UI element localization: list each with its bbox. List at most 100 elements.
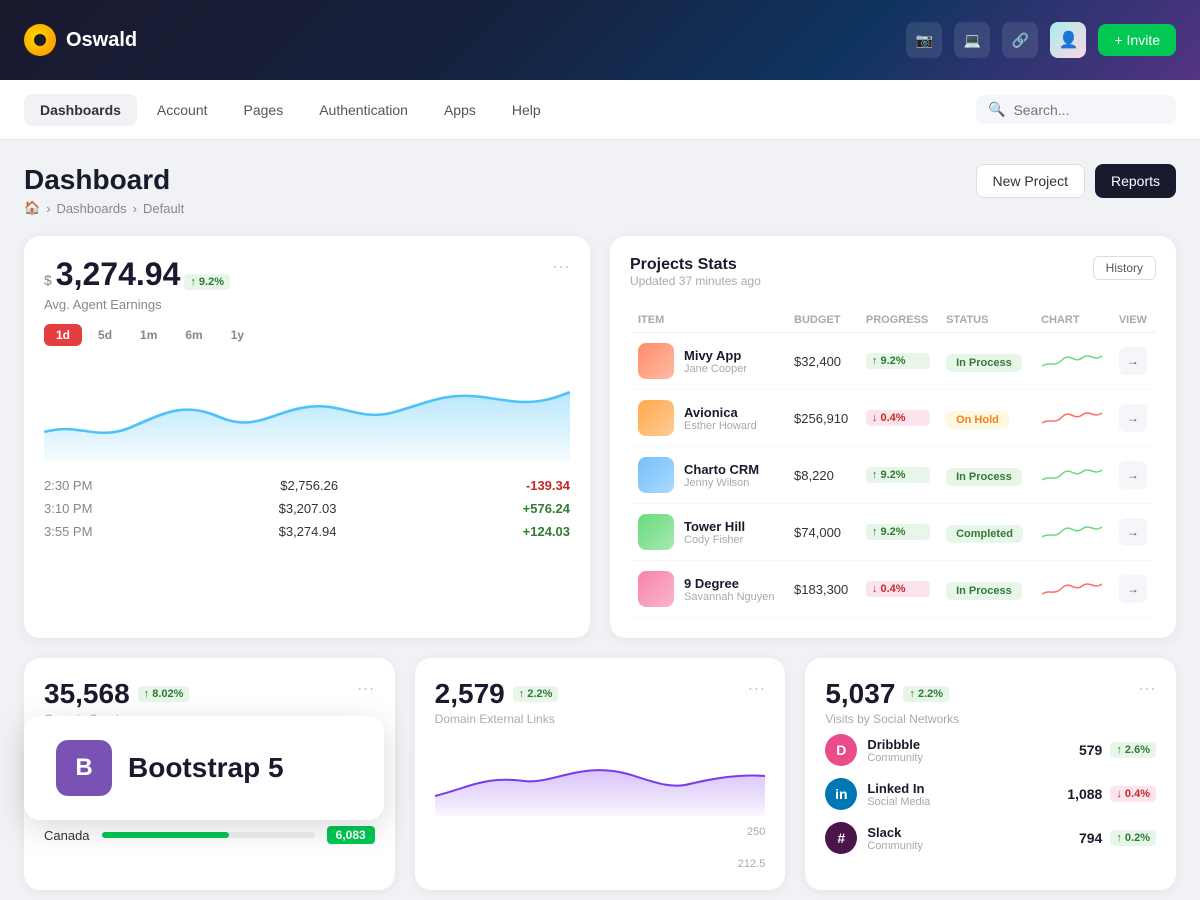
earnings-row-1: 3:10 PM $3,207.03 +576.24 (44, 501, 570, 516)
nav-item-help[interactable]: Help (496, 94, 557, 126)
earnings-card: $ 3,274.94 ↑ 9.2% ··· Avg. Agent Earning… (24, 236, 590, 638)
slack-type: Community (867, 840, 923, 852)
time-filter-6m[interactable]: 6m (173, 324, 214, 346)
project-arrow-1[interactable]: → (1119, 404, 1147, 432)
nav-item-apps[interactable]: Apps (428, 94, 492, 126)
search-input[interactable] (1013, 102, 1164, 118)
project-status-badge-3: Completed (946, 525, 1023, 543)
social-item-dribbble: D Dribbble Community 579 ↑ 2.6% (825, 734, 1156, 766)
linkedin-count: 1,088 (1067, 786, 1102, 802)
project-arrow-2[interactable]: → (1119, 461, 1147, 489)
project-person-1: Esther Howard (684, 420, 757, 432)
project-budget-2: $8,220 (786, 447, 858, 504)
search-bar: 🔍 (976, 95, 1176, 124)
time-filter-1y[interactable]: 1y (219, 324, 256, 346)
earnings-time-0: 2:30 PM (44, 478, 92, 493)
social-title-area: 5,037 ↑ 2.2% Visits by Social Networks (825, 678, 959, 726)
project-progress-badge-4: ↓ 0.4% (866, 581, 930, 597)
project-budget-3: $74,000 (786, 504, 858, 561)
new-project-button[interactable]: New Project (976, 164, 1085, 198)
earnings-more-btn[interactable]: ··· (552, 256, 570, 277)
bootstrap-promo: B Bootstrap 5 (24, 716, 384, 820)
project-person-0: Jane Cooper (684, 363, 747, 375)
project-name-3: Tower Hill (684, 519, 745, 534)
project-chart-3 (1033, 504, 1111, 561)
external-links-more[interactable]: ··· (747, 678, 765, 699)
project-progress-2: ↑ 9.2% (858, 447, 938, 504)
social-badge: ↑ 2.2% (903, 686, 949, 702)
country-name-canada: Canada (44, 828, 90, 843)
earnings-change-1: +576.24 (523, 501, 570, 516)
camera-icon-btn[interactable]: 📷 (906, 22, 942, 58)
nav-items: Dashboards Account Pages Authentication … (24, 94, 557, 126)
social-more[interactable]: ··· (1138, 678, 1156, 699)
dribbble-name: Dribbble (867, 737, 923, 752)
project-progress-badge-3: ↑ 9.2% (866, 524, 930, 540)
project-item-3: Tower Hill Cody Fisher (630, 504, 786, 561)
breadcrumb-dashboards[interactable]: Dashboards (57, 201, 127, 216)
project-row-3: Tower Hill Cody Fisher $74,000 ↑ 9.2% Co… (630, 504, 1156, 561)
history-button[interactable]: History (1093, 256, 1156, 280)
project-view-1: → (1111, 390, 1156, 447)
dribbble-badge: ↑ 2.6% (1110, 742, 1156, 758)
time-filter-5d[interactable]: 5d (86, 324, 124, 346)
project-progress-0: ↑ 9.2% (858, 333, 938, 390)
projects-title-area: Projects Stats Updated 37 minutes ago (630, 256, 761, 304)
project-name-0: Mivy App (684, 348, 747, 363)
earnings-amount-area: $ 3,274.94 ↑ 9.2% (44, 256, 230, 293)
nav-item-authentication[interactable]: Authentication (303, 94, 424, 126)
project-arrow-3[interactable]: → (1119, 518, 1147, 546)
project-view-3: → (1111, 504, 1156, 561)
project-row-4: 9 Degree Savannah Nguyen $183,300 ↓ 0.4%… (630, 561, 1156, 618)
earnings-time-2: 3:55 PM (44, 524, 92, 539)
project-name-1: Avionica (684, 405, 757, 420)
share-icon-btn[interactable]: 🔗 (1002, 22, 1038, 58)
nav-bar: Dashboards Account Pages Authentication … (0, 80, 1200, 140)
country-val-canada: 6,083 (327, 826, 375, 844)
project-arrow-0[interactable]: → (1119, 347, 1147, 375)
external-links-title-area: 2,579 ↑ 2.2% Domain External Links (435, 678, 559, 726)
projects-table: ITEM BUDGET PROGRESS STATUS CHART VIEW M… (630, 308, 1156, 618)
top-header: Oswald 📷 💻 🔗 👤 + Invite (0, 0, 1200, 80)
dribbble-info: Dribbble Community (867, 737, 923, 764)
project-name-2: Charto CRM (684, 462, 759, 477)
project-progress-badge-1: ↓ 0.4% (866, 410, 930, 426)
project-budget-0: $32,400 (786, 333, 858, 390)
social-item-slack: # Slack Community 794 ↑ 0.2% (825, 822, 1156, 854)
projects-title: Projects Stats (630, 256, 761, 274)
nav-item-pages[interactable]: Pages (228, 94, 300, 126)
project-view-2: → (1111, 447, 1156, 504)
logo-icon (24, 24, 56, 56)
organic-sessions-badge: ↑ 8.02% (138, 686, 190, 702)
dollar-sign: $ (44, 272, 52, 288)
page-header: Dashboard 🏠 › Dashboards › Default New P… (24, 164, 1176, 216)
project-progress-4: ↓ 0.4% (858, 561, 938, 618)
reports-button[interactable]: Reports (1095, 164, 1176, 198)
dribbble-icon: D (825, 734, 857, 766)
external-links-card: 2,579 ↑ 2.2% Domain External Links ··· (415, 658, 786, 890)
time-filter-1d[interactable]: 1d (44, 324, 82, 346)
search-icon: 🔍 (988, 101, 1005, 118)
project-progress-badge-2: ↑ 9.2% (866, 467, 930, 483)
invite-button[interactable]: + Invite (1098, 24, 1176, 56)
device-icon-btn[interactable]: 💻 (954, 22, 990, 58)
external-links-badge: ↑ 2.2% (513, 686, 559, 702)
breadcrumb-default: Default (143, 201, 184, 216)
avatar[interactable]: 👤 (1050, 22, 1086, 58)
projects-subtitle: Updated 37 minutes ago (630, 274, 761, 288)
project-row-1: Avionica Esther Howard $256,910 ↓ 0.4% O… (630, 390, 1156, 447)
earnings-label: Avg. Agent Earnings (44, 297, 570, 312)
earnings-change-0: -139.34 (526, 478, 570, 493)
linkedin-name: Linked In (867, 781, 930, 796)
project-item-2: Charto CRM Jenny Wilson (630, 447, 786, 504)
projects-card: Projects Stats Updated 37 minutes ago Hi… (610, 236, 1176, 638)
earnings-header: $ 3,274.94 ↑ 9.2% ··· (44, 256, 570, 293)
logo-area: Oswald (24, 24, 137, 56)
organic-sessions-more[interactable]: ··· (357, 678, 375, 699)
nav-item-dashboards[interactable]: Dashboards (24, 94, 137, 126)
project-arrow-4[interactable]: → (1119, 575, 1147, 603)
time-filter-1m[interactable]: 1m (128, 324, 169, 346)
slack-count: 794 (1079, 830, 1102, 846)
dribbble-count: 579 (1079, 742, 1102, 758)
nav-item-account[interactable]: Account (141, 94, 224, 126)
